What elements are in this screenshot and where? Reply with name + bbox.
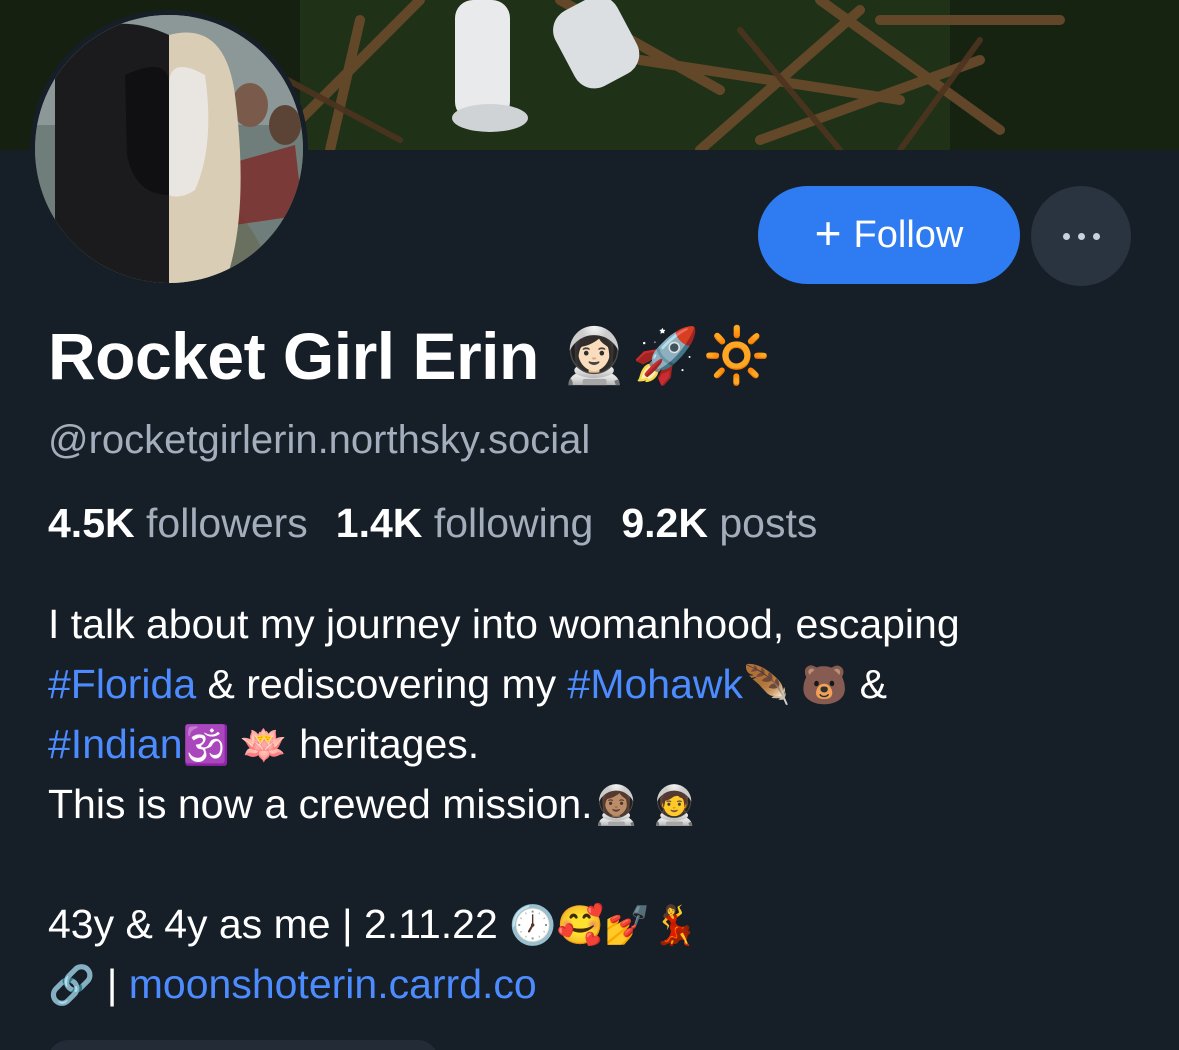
display-name-text: Rocket Girl Erin xyxy=(48,319,539,393)
bio-text: 43y & 4y as me | 2.11.22 xyxy=(48,901,510,947)
bio-link-line: 🔗 | moonshoterin.carrd.co xyxy=(48,954,1158,1014)
handle: @rocketgirlerin.northsky.social xyxy=(48,418,591,462)
link-icon: 🔗 xyxy=(48,965,96,1007)
display-name-emojis: 👩🏻‍🚀🚀🔆 xyxy=(560,325,775,386)
hashtag-indian[interactable]: #Indian xyxy=(48,721,183,767)
website-link[interactable]: moonshoterin.carrd.co xyxy=(129,961,537,1007)
bio-text: heritages. xyxy=(287,721,480,767)
bio-text: This is now a crewed mission. xyxy=(48,781,593,827)
hashtag-florida[interactable]: #Florida xyxy=(48,661,196,707)
display-name: Rocket Girl Erin 👩🏻‍🚀🚀🔆 xyxy=(48,318,775,394)
next-section-pill[interactable] xyxy=(48,1040,438,1050)
profile-stats: 4.5K followers 1.4K following 9.2K posts xyxy=(48,500,817,547)
follow-label: Follow xyxy=(853,213,964,256)
ellipsis-icon xyxy=(1077,232,1085,240)
posts-count: 9.2K xyxy=(621,500,708,546)
bio-text: I talk about my journey into womanhood, … xyxy=(48,601,960,647)
om-lotus-emoji: 🕉️ 🪷 xyxy=(182,725,288,767)
clock-emojis: 🕖🥰💅💃 xyxy=(509,905,699,947)
avatar[interactable] xyxy=(30,10,308,288)
bio-line: This is now a crewed mission.👩🏽‍🚀 🧑‍🚀 xyxy=(48,774,1158,834)
bio-text: & rediscovering my xyxy=(196,661,568,707)
bio-text: & xyxy=(848,661,887,707)
link-separator: | xyxy=(95,961,129,1007)
avatar-image xyxy=(35,15,303,283)
hashtag-mohawk[interactable]: #Mohawk xyxy=(568,661,743,707)
bio-spacer xyxy=(48,834,1158,894)
feather-bear-emoji: 🪶 🐻 xyxy=(743,665,849,707)
followers-count: 4.5K xyxy=(48,500,135,546)
following-stat[interactable]: 1.4K following xyxy=(336,500,594,547)
followers-stat[interactable]: 4.5K followers xyxy=(48,500,308,547)
ellipsis-icon xyxy=(1062,232,1070,240)
ellipsis-icon xyxy=(1092,232,1100,240)
posts-label: posts xyxy=(719,500,818,546)
bio-line: #Florida & rediscovering my #Mohawk🪶 🐻 & xyxy=(48,654,1158,714)
bio-line: I talk about my journey into womanhood, … xyxy=(48,594,1158,654)
astronaut-emojis: 👩🏽‍🚀 🧑‍🚀 xyxy=(592,785,698,827)
following-label: following xyxy=(433,500,594,546)
following-count: 1.4K xyxy=(335,500,423,546)
follow-button[interactable]: + Follow xyxy=(758,186,1020,284)
plus-icon: + xyxy=(814,207,842,259)
posts-stat: 9.2K posts xyxy=(621,500,817,547)
profile-bio: I talk about my journey into womanhood, … xyxy=(48,594,1158,1014)
bio-line: #Indian🕉️ 🪷 heritages. xyxy=(48,714,1158,774)
followers-label: followers xyxy=(146,500,308,546)
bio-line: 43y & 4y as me | 2.11.22 🕖🥰💅💃 xyxy=(48,894,1158,954)
more-options-button[interactable] xyxy=(1031,186,1131,286)
